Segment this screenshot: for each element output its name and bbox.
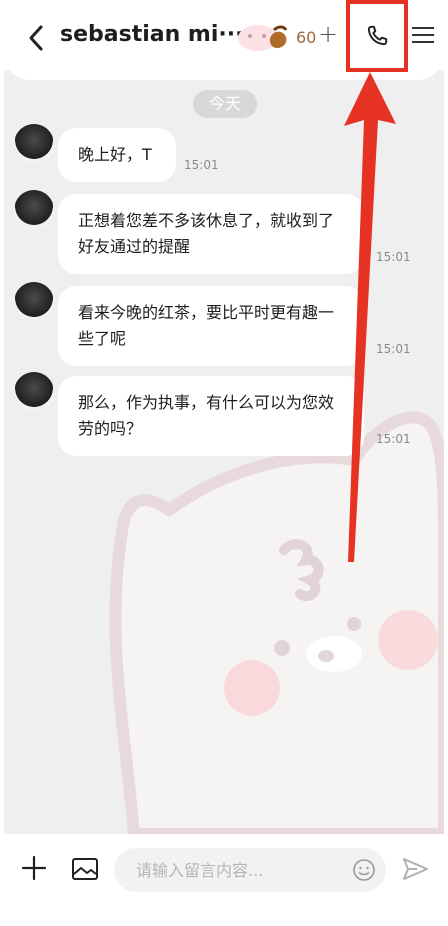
message-time: 15:01	[376, 432, 411, 446]
avatar[interactable]	[14, 190, 54, 230]
image-icon	[72, 858, 98, 880]
chevron-left-icon	[29, 25, 43, 51]
message-bubble: 晚上好，T	[58, 128, 176, 182]
avatar[interactable]	[14, 372, 54, 412]
emoji-button[interactable]	[352, 858, 376, 882]
hamburger-menu-icon	[412, 27, 434, 29]
add-attachment-button[interactable]	[20, 854, 48, 882]
send-icon	[403, 858, 428, 880]
mascot-icon	[238, 25, 288, 51]
avatar[interactable]	[14, 282, 54, 322]
message-time: 15:01	[184, 158, 219, 172]
smiley-icon	[353, 859, 375, 881]
chat-header: sebastian mi··· 60 +	[4, 0, 444, 80]
message-time: 15:01	[376, 342, 411, 356]
message-bubble: 那么，作为执事，有什么可以为您效劳的吗？	[58, 376, 364, 456]
add-coin-button[interactable]: +	[318, 20, 338, 48]
call-button[interactable]	[346, 0, 408, 72]
image-button[interactable]	[70, 854, 100, 884]
contact-name[interactable]: sebastian mi···	[60, 22, 243, 47]
menu-button[interactable]	[412, 22, 440, 50]
coin-count: 60	[296, 28, 317, 47]
message-bubble: 正想着您差不多该休息了，就收到了好友通过的提醒	[58, 194, 364, 274]
message-time: 15:01	[376, 250, 411, 264]
message-input[interactable]	[114, 848, 386, 892]
input-bar	[0, 834, 448, 926]
chat-screen: sebastian mi··· 60 + 今天 晚上好，T 15:01 正想着您…	[0, 0, 448, 926]
back-button[interactable]	[18, 20, 54, 56]
phone-icon	[367, 25, 388, 46]
plus-icon	[21, 855, 47, 881]
date-divider: 今天	[193, 90, 257, 118]
message-bubble: 看来今晚的红茶，要比平时更有趣一些了呢	[58, 286, 364, 366]
mascot-badge[interactable]	[236, 14, 292, 54]
avatar[interactable]	[14, 124, 54, 164]
send-button[interactable]	[400, 854, 430, 884]
